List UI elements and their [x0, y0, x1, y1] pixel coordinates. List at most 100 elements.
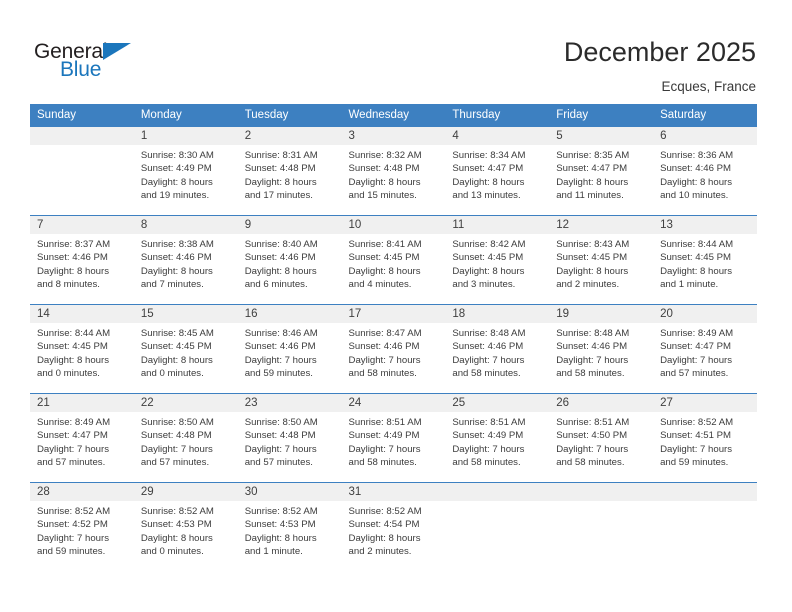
day-details [30, 145, 134, 149]
calendar-day-cell[interactable]: 11 Sunrise: 8:42 AM Sunset: 4:45 PM Dayligh… [445, 215, 550, 305]
day-detail-line: Sunrise: 8:42 AM [452, 239, 526, 250]
calendar-day-cell[interactable]: 5 Sunrise: 8:35 AM Sunset: 4:47 PM Daylight… [549, 126, 654, 216]
calendar-day-cell[interactable]: 2 Sunrise: 8:31 AM Sunset: 4:48 PM Daylight… [237, 126, 342, 216]
calendar-day-cell[interactable]: 15 Sunrise: 8:45 AM Sunset: 4:45 PM Dayligh… [133, 304, 238, 394]
day-detail-line: Sunset: 4:45 PM [348, 252, 420, 264]
day-detail-line: Sunset: 4:47 PM [660, 341, 731, 353]
general-blue-logo[interactable]: General Blue [34, 40, 164, 84]
calendar-day-cell[interactable]: 17 Sunrise: 8:47 AM Sunset: 4:46 PM Dayligh… [341, 304, 446, 394]
day-detail-line: Sunrise: 8:50 AM [140, 417, 214, 428]
day-detail-line: Sunrise: 8:52 AM [140, 506, 214, 517]
day-detail-line: Sunrise: 8:30 AM [140, 150, 214, 161]
day-number: 23 [237, 394, 342, 412]
day-detail-line: Daylight: 7 hours [452, 354, 525, 366]
day-number [549, 483, 654, 501]
calendar-day-cell[interactable]: 16 Sunrise: 8:46 AM Sunset: 4:46 PM Dayligh… [237, 304, 342, 394]
day-details: Sunrise: 8:51 AM Sunset: 4:49 PM Daylight:… [342, 412, 446, 470]
day-detail-line: and 58 minutes. [556, 457, 625, 469]
day-detail-line: and 10 minutes. [660, 190, 729, 202]
calendar-day-cell[interactable]: 12 Sunrise: 8:43 AM Sunset: 4:45 PM Dayligh… [549, 215, 654, 305]
calendar-day-cell[interactable]: 30 Sunrise: 8:52 AM Sunset: 4:53 PM Dayligh… [237, 482, 342, 572]
day-detail-line: Daylight: 8 hours [556, 176, 629, 188]
day-detail-line: Sunrise: 8:32 AM [348, 150, 422, 161]
day-detail-line: Sunrise: 8:38 AM [140, 239, 214, 250]
calendar-day-cell[interactable]: 21 Sunrise: 8:49 AM Sunset: 4:47 PM Dayligh… [30, 393, 134, 483]
calendar-day-cell[interactable]: 1 Sunrise: 8:30 AM Sunset: 4:49 PM Daylight… [133, 126, 238, 216]
day-detail-line: Sunrise: 8:52 AM [37, 506, 111, 517]
day-detail-line: Daylight: 7 hours [556, 443, 629, 455]
calendar-day-cell[interactable]: 7 Sunrise: 8:37 AM Sunset: 4:46 PM Daylight… [30, 215, 134, 305]
day-detail-line: Daylight: 8 hours [556, 265, 629, 277]
calendar-week-row: 1 Sunrise: 8:30 AM Sunset: 4:49 PM Daylight… [30, 126, 757, 216]
calendar-day-cell[interactable]: 28 Sunrise: 8:52 AM Sunset: 4:52 PM Dayligh… [30, 482, 134, 572]
day-detail-line: Sunset: 4:46 PM [244, 252, 316, 264]
calendar-day-cell[interactable]: 18 Sunrise: 8:48 AM Sunset: 4:46 PM Dayligh… [445, 304, 550, 394]
weekday-header-wednesday: Wednesday [341, 104, 446, 127]
calendar-day-cell[interactable]: 29 Sunrise: 8:52 AM Sunset: 4:53 PM Dayligh… [133, 482, 238, 572]
day-number: 8 [133, 216, 238, 234]
day-detail-line: Daylight: 8 hours [140, 176, 213, 188]
day-number: 29 [133, 483, 238, 501]
calendar-day-cell-empty [549, 482, 654, 572]
calendar-day-cell[interactable]: 20 Sunrise: 8:49 AM Sunset: 4:47 PM Dayligh… [653, 304, 757, 394]
day-detail-line: Sunset: 4:48 PM [244, 430, 316, 442]
calendar-day-cell[interactable]: 8 Sunrise: 8:38 AM Sunset: 4:46 PM Daylight… [133, 215, 238, 305]
day-detail-line: and 0 minutes. [140, 368, 204, 380]
calendar-day-cell-empty [30, 126, 134, 216]
day-detail-line: Sunset: 4:52 PM [37, 519, 108, 531]
calendar-day-cell[interactable]: 24 Sunrise: 8:51 AM Sunset: 4:49 PM Dayligh… [341, 393, 446, 483]
calendar-day-cell[interactable]: 19 Sunrise: 8:48 AM Sunset: 4:46 PM Dayligh… [549, 304, 654, 394]
day-detail-line: Daylight: 7 hours [556, 354, 629, 366]
calendar-week-row: 28 Sunrise: 8:52 AM Sunset: 4:52 PM Dayligh… [30, 482, 757, 572]
day-number: 12 [549, 216, 654, 234]
day-detail-line: Sunrise: 8:41 AM [348, 239, 422, 250]
day-details: Sunrise: 8:48 AM Sunset: 4:46 PM Daylight:… [549, 323, 653, 381]
day-detail-line: and 1 minute. [660, 279, 719, 291]
day-detail-line: Sunrise: 8:31 AM [244, 150, 318, 161]
day-detail-line: Sunrise: 8:35 AM [556, 150, 630, 161]
calendar-day-cell[interactable]: 25 Sunrise: 8:51 AM Sunset: 4:49 PM Dayligh… [445, 393, 550, 483]
day-detail-line: Sunrise: 8:44 AM [660, 239, 734, 250]
day-detail-line: Daylight: 7 hours [244, 443, 317, 455]
day-details: Sunrise: 8:40 AM Sunset: 4:46 PM Daylight:… [238, 234, 342, 292]
day-detail-line: Sunrise: 8:52 AM [660, 417, 734, 428]
calendar-day-cell[interactable]: 23 Sunrise: 8:50 AM Sunset: 4:48 PM Dayligh… [237, 393, 342, 483]
weekday-header-row: Sunday Monday Tuesday Wednesday Thursday Frid… [30, 104, 757, 127]
day-details: Sunrise: 8:52 AM Sunset: 4:52 PM Daylight:… [30, 501, 134, 559]
day-details: Sunrise: 8:49 AM Sunset: 4:47 PM Daylight:… [30, 412, 134, 470]
calendar-day-cell[interactable]: 3 Sunrise: 8:32 AM Sunset: 4:48 PM Daylight… [341, 126, 446, 216]
calendar-day-cell[interactable]: 27 Sunrise: 8:52 AM Sunset: 4:51 PM Dayligh… [653, 393, 757, 483]
day-detail-line: and 59 minutes. [244, 368, 313, 380]
day-details: Sunrise: 8:52 AM Sunset: 4:54 PM Daylight:… [342, 501, 446, 559]
day-detail-line: and 3 minutes. [452, 279, 516, 291]
day-detail-line: and 0 minutes. [140, 546, 204, 558]
day-detail-line: Sunset: 4:48 PM [348, 163, 420, 175]
day-detail-line: Daylight: 8 hours [452, 176, 525, 188]
day-detail-line: and 17 minutes. [244, 190, 313, 202]
day-detail-line: Daylight: 8 hours [37, 265, 109, 277]
day-detail-line: Sunset: 4:45 PM [452, 252, 524, 264]
day-detail-line: and 58 minutes. [452, 368, 521, 380]
day-details: Sunrise: 8:52 AM Sunset: 4:53 PM Daylight:… [238, 501, 342, 559]
day-detail-line: Sunrise: 8:44 AM [37, 328, 111, 339]
calendar-day-cell[interactable]: 14 Sunrise: 8:44 AM Sunset: 4:45 PM Dayligh… [30, 304, 134, 394]
calendar-day-cell[interactable]: 9 Sunrise: 8:40 AM Sunset: 4:46 PM Daylight… [237, 215, 342, 305]
calendar-day-cell[interactable]: 31 Sunrise: 8:52 AM Sunset: 4:54 PM Dayligh… [341, 482, 446, 572]
calendar-day-cell[interactable]: 6 Sunrise: 8:36 AM Sunset: 4:46 PM Daylight… [653, 126, 757, 216]
day-details: Sunrise: 8:37 AM Sunset: 4:46 PM Daylight:… [30, 234, 134, 292]
calendar-day-cell[interactable]: 4 Sunrise: 8:34 AM Sunset: 4:47 PM Daylight… [445, 126, 550, 216]
day-detail-line: Sunrise: 8:49 AM [660, 328, 734, 339]
calendar-page: General Blue December 2025 Ecques, Franc… [0, 0, 792, 612]
day-detail-line: Daylight: 8 hours [660, 265, 733, 277]
calendar-body: 1 Sunrise: 8:30 AM Sunset: 4:49 PM Daylight… [30, 126, 757, 572]
calendar-day-cell[interactable]: 26 Sunrise: 8:51 AM Sunset: 4:50 PM Dayligh… [549, 393, 654, 483]
calendar-day-cell[interactable]: 10 Sunrise: 8:41 AM Sunset: 4:45 PM Dayligh… [341, 215, 446, 305]
day-detail-line: Daylight: 8 hours [244, 176, 317, 188]
day-details: Sunrise: 8:44 AM Sunset: 4:45 PM Daylight:… [30, 323, 134, 381]
calendar-day-cell[interactable]: 13 Sunrise: 8:44 AM Sunset: 4:45 PM Dayligh… [653, 215, 757, 305]
day-details: Sunrise: 8:46 AM Sunset: 4:46 PM Daylight:… [238, 323, 342, 381]
day-detail-line: Daylight: 7 hours [140, 443, 213, 455]
calendar-day-cell[interactable]: 22 Sunrise: 8:50 AM Sunset: 4:48 PM Dayligh… [133, 393, 238, 483]
day-number: 27 [653, 394, 757, 412]
day-number: 26 [549, 394, 654, 412]
